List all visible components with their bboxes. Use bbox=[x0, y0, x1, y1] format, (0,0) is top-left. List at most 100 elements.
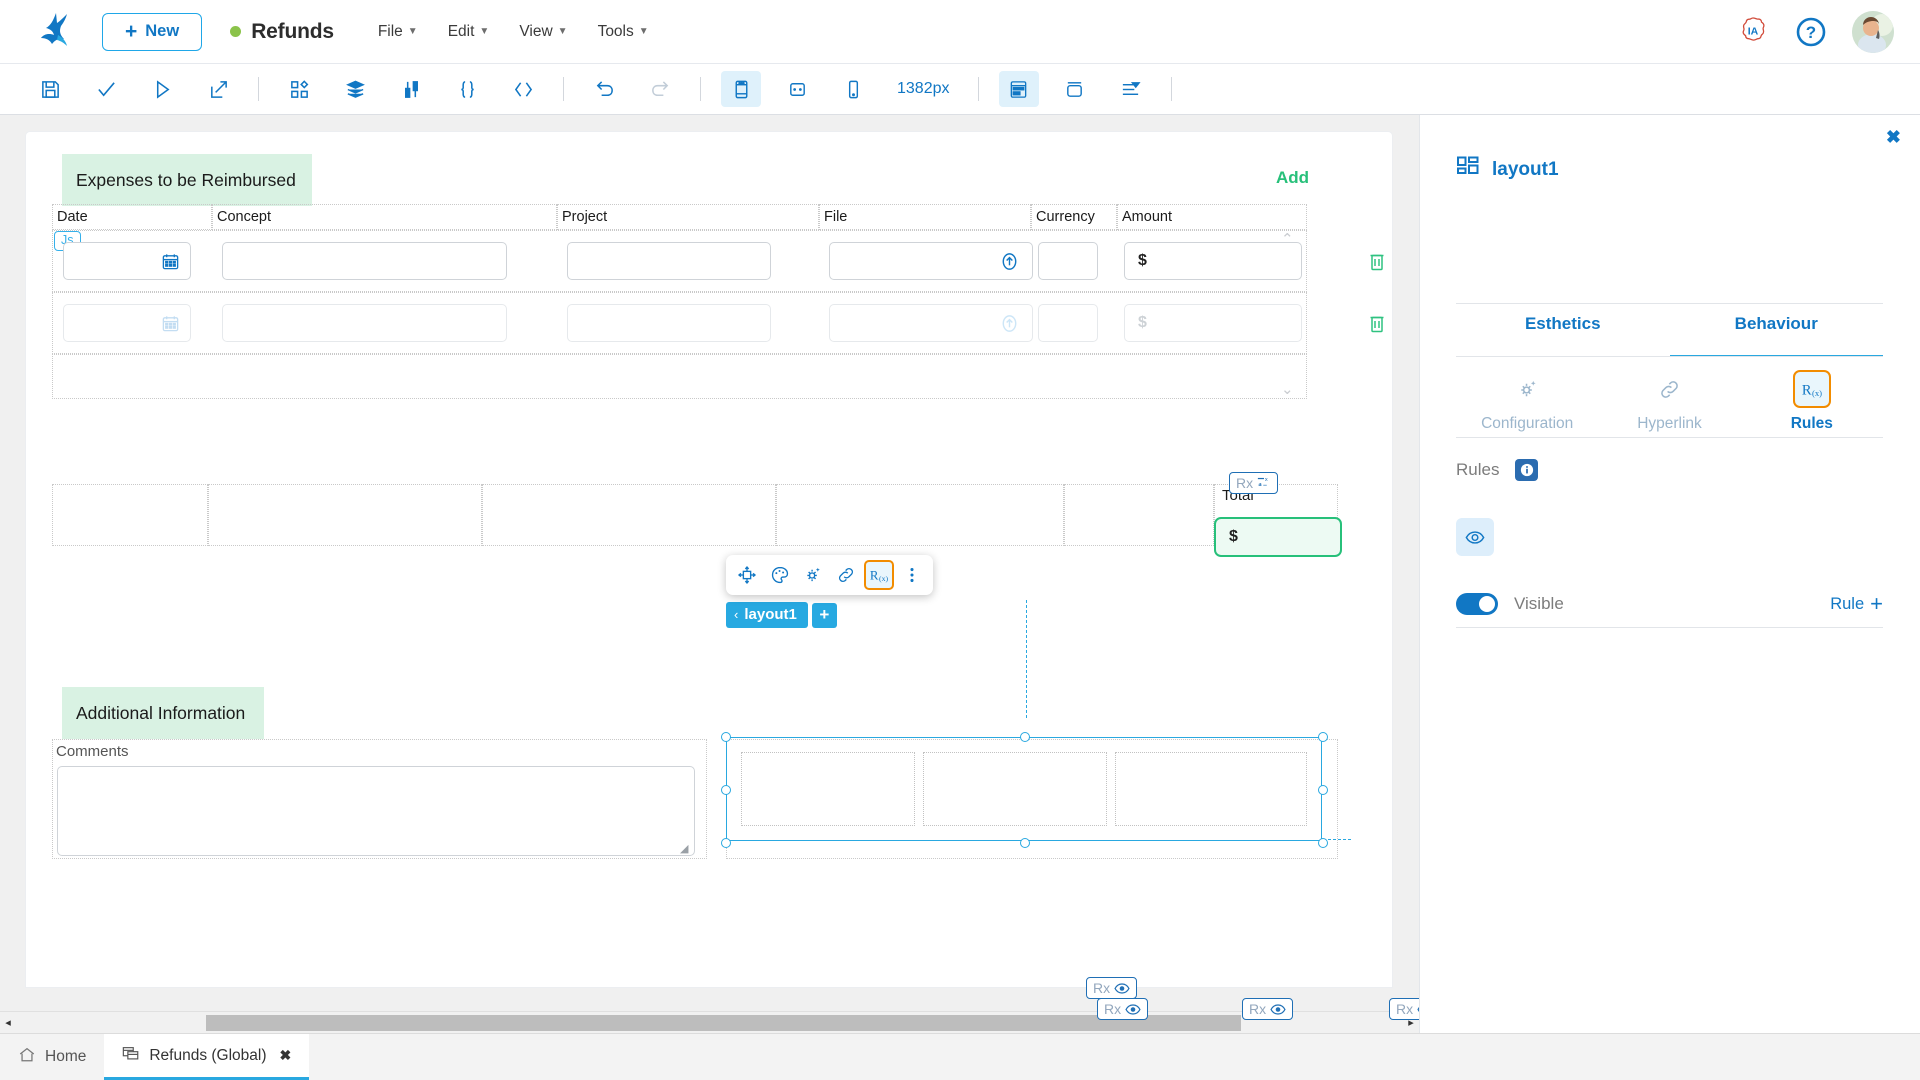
svg-text:R: R bbox=[1802, 382, 1812, 398]
toolbar-separator bbox=[563, 77, 564, 101]
form-page: Expenses to be Reimbursed Add Date Conce… bbox=[26, 132, 1392, 987]
new-button[interactable]: + New bbox=[102, 13, 202, 51]
menu-tools[interactable]: Tools ▼ bbox=[598, 23, 649, 41]
file-input-row2[interactable] bbox=[829, 304, 1033, 342]
table-scroll-down-icon[interactable]: ⌄ bbox=[1281, 380, 1294, 398]
gear-sparkle-icon[interactable] bbox=[798, 560, 828, 590]
subtab-label: Rules bbox=[1791, 415, 1833, 433]
resize-handle-tc[interactable] bbox=[1020, 732, 1030, 742]
comments-textarea[interactable]: ◢ bbox=[57, 766, 695, 856]
visible-toggle[interactable] bbox=[1456, 593, 1498, 615]
file-input-row1[interactable] bbox=[829, 242, 1033, 280]
date-input-row1[interactable] bbox=[63, 242, 191, 280]
redo-icon[interactable] bbox=[640, 71, 680, 107]
text-format-rule-icon: a x bbox=[1257, 476, 1271, 490]
components-grid-icon[interactable] bbox=[279, 71, 319, 107]
layers-stack-icon[interactable] bbox=[335, 71, 375, 107]
subtab-rules[interactable]: R (x) Rules bbox=[1741, 370, 1883, 433]
card-view-icon[interactable] bbox=[1055, 71, 1095, 107]
toolbar-separator bbox=[1171, 77, 1172, 101]
avatar[interactable] bbox=[1852, 11, 1894, 53]
undo-icon[interactable] bbox=[584, 71, 624, 107]
filter-view-icon[interactable] bbox=[1111, 71, 1151, 107]
app-logo[interactable] bbox=[36, 11, 76, 53]
validate-check-icon[interactable] bbox=[86, 71, 126, 107]
canvas-horizontal-scrollbar[interactable]: ◂ ▸ bbox=[0, 1011, 1419, 1033]
subtab-configuration[interactable]: Configuration bbox=[1456, 370, 1598, 433]
device-tablet-icon[interactable] bbox=[777, 71, 817, 107]
project-input-row1[interactable] bbox=[567, 242, 771, 280]
rules-rx-icon: R (x) bbox=[1793, 370, 1831, 408]
palette-icon[interactable] bbox=[765, 560, 795, 590]
rx-badge-visibility-3[interactable]: Rx bbox=[1242, 998, 1293, 1020]
layout-slot[interactable] bbox=[923, 752, 1107, 826]
scroll-track[interactable] bbox=[16, 1012, 1403, 1034]
breadcrumb-layout1[interactable]: ‹ layout1 bbox=[726, 602, 808, 628]
layout-slot[interactable] bbox=[741, 752, 915, 826]
help-icon[interactable]: ? bbox=[1794, 15, 1828, 49]
menu-edit[interactable]: Edit ▼ bbox=[448, 23, 490, 41]
resize-handle-tr[interactable] bbox=[1318, 732, 1328, 742]
rules-rx-icon[interactable]: R (x) bbox=[864, 560, 894, 590]
run-play-icon[interactable] bbox=[142, 71, 182, 107]
currency-symbol: $ bbox=[1229, 528, 1238, 546]
code-icon[interactable] bbox=[503, 71, 543, 107]
canvas-area[interactable]: Expenses to be Reimbursed Add Date Conce… bbox=[0, 115, 1419, 1033]
concept-input-row1[interactable] bbox=[222, 242, 507, 280]
amount-input-row2[interactable]: $ bbox=[1124, 304, 1302, 342]
bottom-tab-label: Refunds (Global) bbox=[149, 1047, 266, 1065]
link-icon[interactable] bbox=[831, 560, 861, 590]
rx-badge-visibility-2[interactable]: Rx bbox=[1097, 998, 1148, 1020]
resize-handle-mr[interactable] bbox=[1318, 785, 1328, 795]
rx-badge-total[interactable]: Rx a x bbox=[1229, 472, 1278, 494]
layout-slot[interactable] bbox=[1115, 752, 1307, 826]
total-amount-field[interactable]: $ bbox=[1214, 517, 1342, 557]
braces-icon[interactable] bbox=[447, 71, 487, 107]
ia-assistant-icon[interactable]: IA bbox=[1736, 15, 1770, 49]
move-icon[interactable] bbox=[732, 560, 762, 590]
add-row-link[interactable]: Add bbox=[1276, 168, 1309, 188]
resize-handle-br[interactable] bbox=[1318, 838, 1328, 848]
publish-export-icon[interactable] bbox=[198, 71, 238, 107]
delete-row-icon-row1[interactable] bbox=[1368, 251, 1386, 271]
resize-handle-ml[interactable] bbox=[721, 785, 731, 795]
close-icon[interactable]: ✖ bbox=[280, 1047, 292, 1064]
form-view-icon[interactable] bbox=[999, 71, 1039, 107]
device-mobile-icon[interactable] bbox=[833, 71, 873, 107]
amount-input-row1[interactable]: $ bbox=[1124, 242, 1302, 280]
delete-row-icon-row2[interactable] bbox=[1368, 313, 1386, 333]
currency-input-row2[interactable] bbox=[1038, 304, 1098, 342]
rx-badge-visibility-1[interactable]: Rx bbox=[1086, 977, 1137, 999]
more-vertical-icon[interactable] bbox=[897, 560, 927, 590]
concept-input-row2[interactable] bbox=[222, 304, 507, 342]
scroll-left-arrow[interactable]: ◂ bbox=[0, 1016, 16, 1029]
scroll-thumb[interactable] bbox=[206, 1015, 1241, 1031]
bottom-tab-home[interactable]: Home bbox=[0, 1034, 104, 1080]
device-desktop-icon[interactable] bbox=[721, 71, 761, 107]
bottom-tab-refunds[interactable]: Refunds (Global) ✖ bbox=[104, 1034, 309, 1080]
resize-handle-bl[interactable] bbox=[721, 838, 731, 848]
svg-text:IA: IA bbox=[1748, 25, 1759, 37]
tab-esthetics[interactable]: Esthetics bbox=[1456, 310, 1670, 357]
tab-behaviour[interactable]: Behaviour bbox=[1670, 310, 1884, 357]
menu-file[interactable]: File ▼ bbox=[378, 23, 418, 41]
close-icon[interactable]: ✖ bbox=[1886, 128, 1901, 146]
date-input-row2[interactable] bbox=[63, 304, 191, 342]
menu-view[interactable]: View ▼ bbox=[519, 23, 567, 41]
info-icon[interactable] bbox=[1515, 459, 1538, 481]
resize-handle-bc[interactable] bbox=[1020, 838, 1030, 848]
subtab-hyperlink[interactable]: Hyperlink bbox=[1598, 370, 1740, 433]
data-sources-icon[interactable] bbox=[391, 71, 431, 107]
resize-handle-tl[interactable] bbox=[721, 732, 731, 742]
selected-layout-box[interactable] bbox=[726, 737, 1322, 841]
project-input-row2[interactable] bbox=[567, 304, 771, 342]
breadcrumb-add-button[interactable]: + bbox=[812, 603, 837, 628]
visibility-rule-icon[interactable] bbox=[1456, 518, 1494, 556]
currency-input-row1[interactable] bbox=[1038, 242, 1098, 280]
viewport-size-label[interactable]: 1382px bbox=[897, 80, 950, 98]
rx-badge-visibility-4[interactable]: Rx bbox=[1389, 998, 1419, 1020]
add-rule-button[interactable]: Rule + bbox=[1830, 593, 1883, 615]
resize-grip-icon[interactable]: ◢ bbox=[680, 842, 691, 853]
save-icon[interactable] bbox=[30, 71, 70, 107]
alignment-guide-vertical bbox=[1026, 600, 1027, 718]
